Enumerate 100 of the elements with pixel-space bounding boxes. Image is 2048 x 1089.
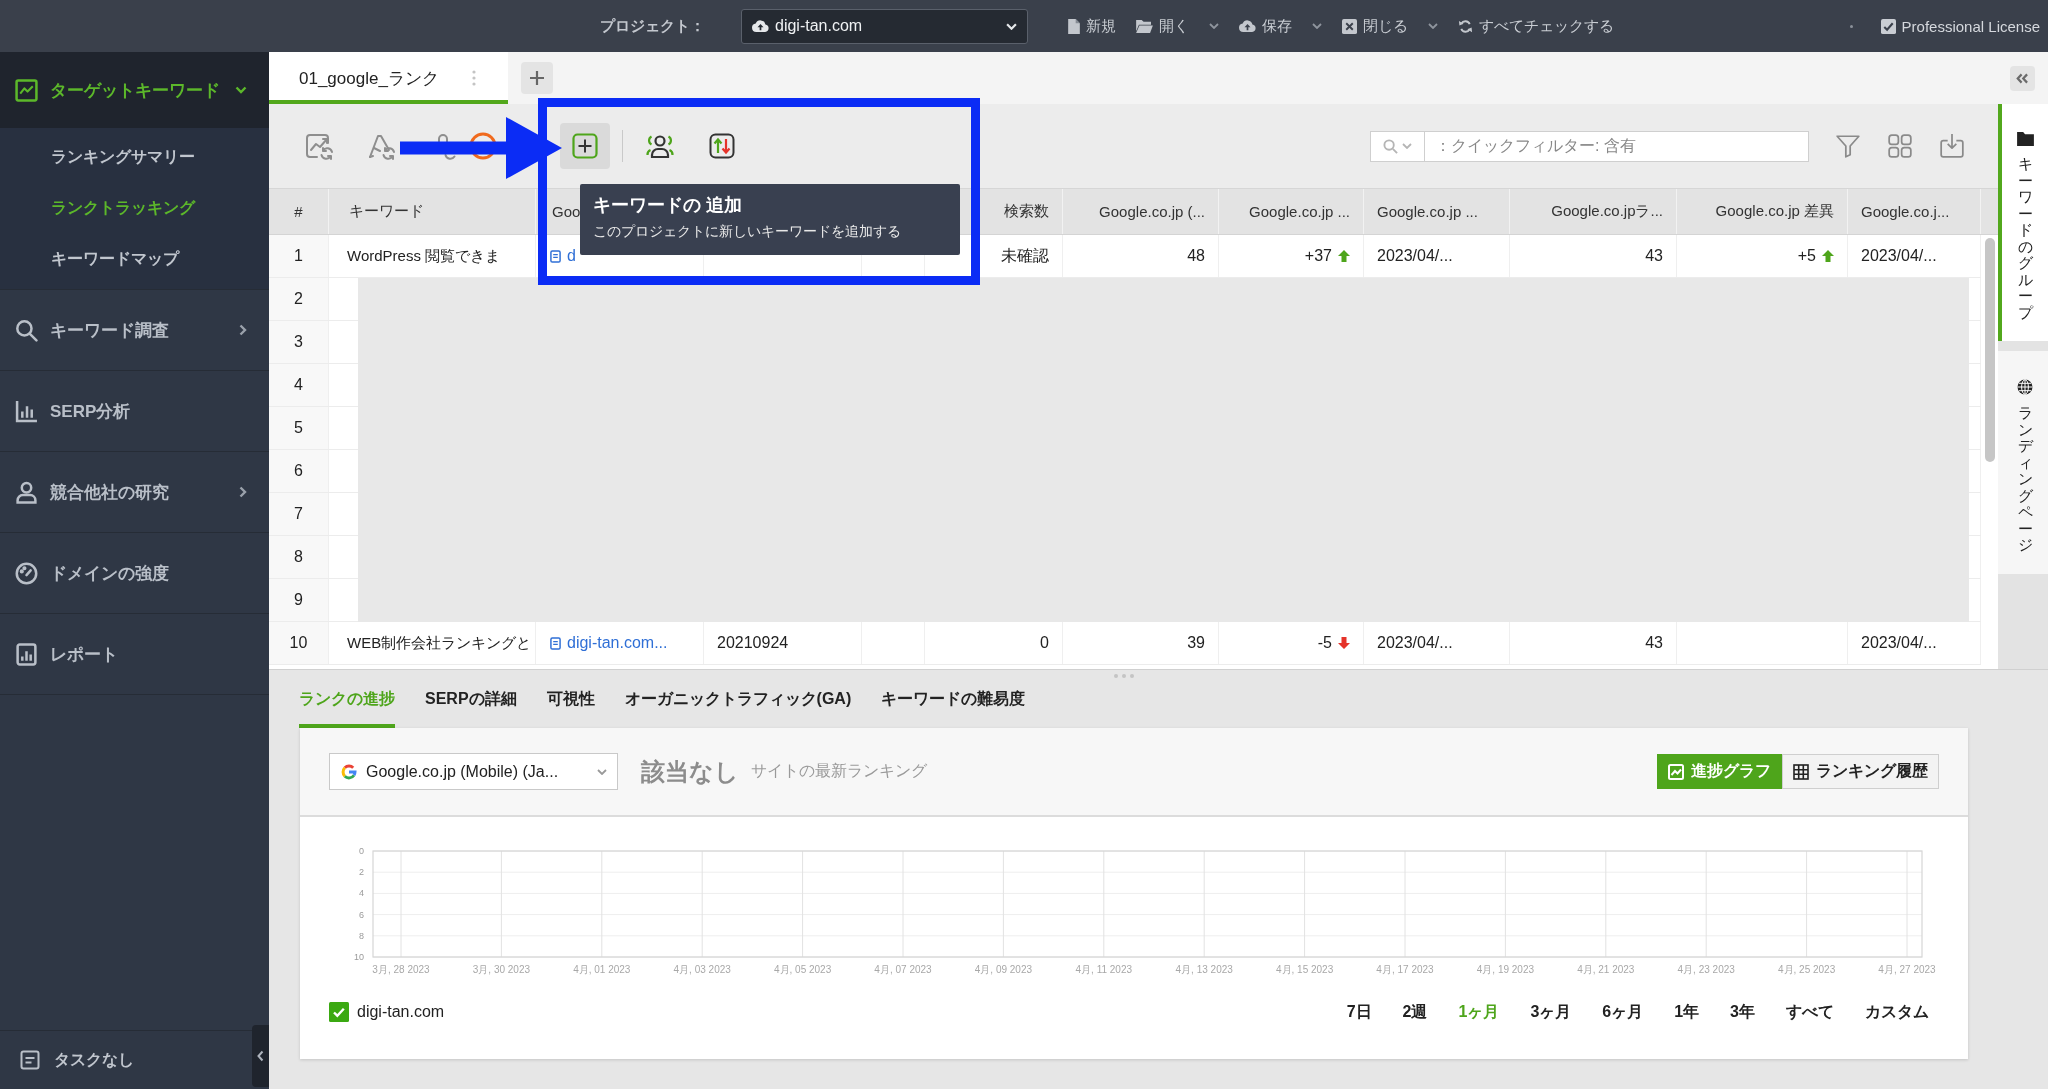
side-tab[interactable]: ランディングページ [1998,351,2048,574]
scrollbar-thumb[interactable] [1984,238,1995,462]
filter-icon[interactable] [1835,133,1861,159]
gauge-icon [15,561,38,585]
toolbar-button[interactable] [468,131,498,161]
close-button[interactable]: 閉じる [1342,16,1438,36]
legend-item[interactable]: digi-tan.com [329,1002,445,1022]
x-tick-label: 4月, 09 2023 [974,964,1033,975]
collapse-panel-button[interactable] [2010,65,2035,91]
download-icon[interactable] [1939,133,1965,159]
x-tick-label: 4月, 07 2023 [874,964,932,975]
nav-subitem[interactable]: ランキングサマリー [0,132,269,183]
url-link[interactable]: d [567,247,576,265]
status-text: 該当なし [641,756,739,787]
nav-subitem[interactable]: キーワードマップ [0,234,269,285]
column-header[interactable]: Goo [552,203,581,220]
column-header[interactable]: Google.co.j... [1861,203,1950,220]
y-tick-label: 8 [359,930,364,941]
document-tab[interactable]: 01_google_ランク [269,52,508,104]
g-logo-icon [340,762,358,781]
table-cell: -5 [1317,634,1332,652]
globe-icon [2017,379,2033,395]
license-checkbox[interactable]: Professional License [1880,17,2040,35]
grid-icon[interactable] [1887,133,1913,159]
detail-tab[interactable]: SERPの詳細 [425,670,517,728]
quick-filter-field[interactable]: ：クイックフィルター: 含有 [1425,130,1809,162]
range-button[interactable]: 6ヶ月 [1602,1001,1644,1023]
task-list-button[interactable]: タスクなし [0,1049,134,1071]
add-tab-button[interactable] [521,62,553,94]
refresh-icon [1458,18,1473,34]
row-number: 6 [269,450,329,492]
detail-tab[interactable]: 可視性 [546,670,595,728]
tooltip-title: キーワードの 追加 [593,194,743,217]
cloud-upload-icon [752,20,769,32]
toolbar-button[interactable] [709,133,735,159]
column-header[interactable]: Google.co.jp ... [1377,203,1478,220]
project-select[interactable]: digi-tan.com [741,8,1028,44]
column-header[interactable]: # [294,203,303,220]
range-button[interactable]: 3年 [1730,1001,1755,1023]
view-button[interactable]: ランキング履歴 [1782,754,1939,789]
check-all-button[interactable]: すべてチェックする [1458,16,1614,36]
link-icon [550,636,561,650]
row-number: 2 [269,278,329,320]
collapse-sidebar-button[interactable] [252,1025,269,1087]
y-tick-label: 0 [359,846,364,856]
range-button[interactable]: カスタム [1865,1001,1929,1023]
x-tick-label: 4月, 19 2023 [1476,964,1535,975]
x-tick-label: 3月, 30 2023 [472,964,531,975]
table-cell: +37 [1304,247,1332,265]
y-tick-label: 10 [354,952,364,962]
search-scope-button[interactable] [1370,130,1425,162]
row-number: 7 [269,493,329,535]
side-tab[interactable]: キーワードのグループ [1998,104,2048,341]
save-button[interactable]: 保存 [1239,16,1322,36]
cloud-upload-icon [1239,20,1256,32]
range-button[interactable]: 7日 [1346,1001,1372,1023]
detail-tab[interactable]: キーワードの難易度 [881,670,1026,728]
chevron-right-icon [239,324,247,336]
caret-icon [1402,143,1412,149]
caret-icon [597,768,607,775]
detail-tab[interactable]: オーガニックトラフィック(GA) [624,670,852,728]
open-button[interactable]: 開く [1136,16,1219,36]
nav-subitem[interactable]: ランクトラッキング [0,183,269,234]
x-tick-label: 3月, 28 2023 [372,964,430,975]
range-button[interactable]: 1年 [1674,1001,1700,1023]
range-button[interactable]: すべて [1786,1001,1834,1023]
row-number: 9 [269,579,329,621]
link-icon [550,249,561,263]
add-icon [572,133,598,159]
chevron-down-icon [235,86,247,94]
range-button[interactable]: 3ヶ月 [1530,1001,1572,1023]
row-number: 3 [269,321,329,363]
swap-icon [709,133,735,159]
new-file-button[interactable]: 新規 [1068,16,1116,36]
row-number: 10 [269,622,329,664]
y-tick-label: 2 [359,867,364,878]
caret-icon [1428,23,1438,29]
drag-handle-icon[interactable] [1114,674,1134,678]
row-number: 4 [269,364,329,406]
url-link[interactable]: digi-tan.com... [567,634,668,652]
checkbox[interactable] [329,1002,349,1022]
column-header[interactable]: キーワード [349,202,424,221]
x-tick-label: 4月, 25 2023 [1777,964,1836,975]
tooltip-text: このプロジェクトに新しいキーワードを追加する [593,223,902,241]
column-header[interactable]: Google.co.jpラ... [1551,202,1663,221]
column-header[interactable]: Google.co.jp ... [1249,203,1350,220]
column-header[interactable]: 検索数 [1004,202,1049,221]
search-icon [15,318,38,342]
table-cell: 48 [1063,235,1219,277]
line-chart-icon [15,78,38,102]
engine-select[interactable]: Google.co.jp (Mobile) (Ja... [329,753,618,790]
range-button[interactable]: 2週 [1402,1001,1428,1023]
folder-icon [2016,132,2034,146]
ring-icon [468,131,498,161]
column-header[interactable]: Google.co.jp (... [1099,203,1205,220]
folder-icon [1136,19,1153,33]
column-header[interactable]: Google.co.jp 差異 [1715,202,1834,221]
caret-icon [1312,23,1322,29]
nav-item[interactable]: ターゲットキーワード [0,52,269,128]
toolbar-button[interactable] [646,133,674,159]
